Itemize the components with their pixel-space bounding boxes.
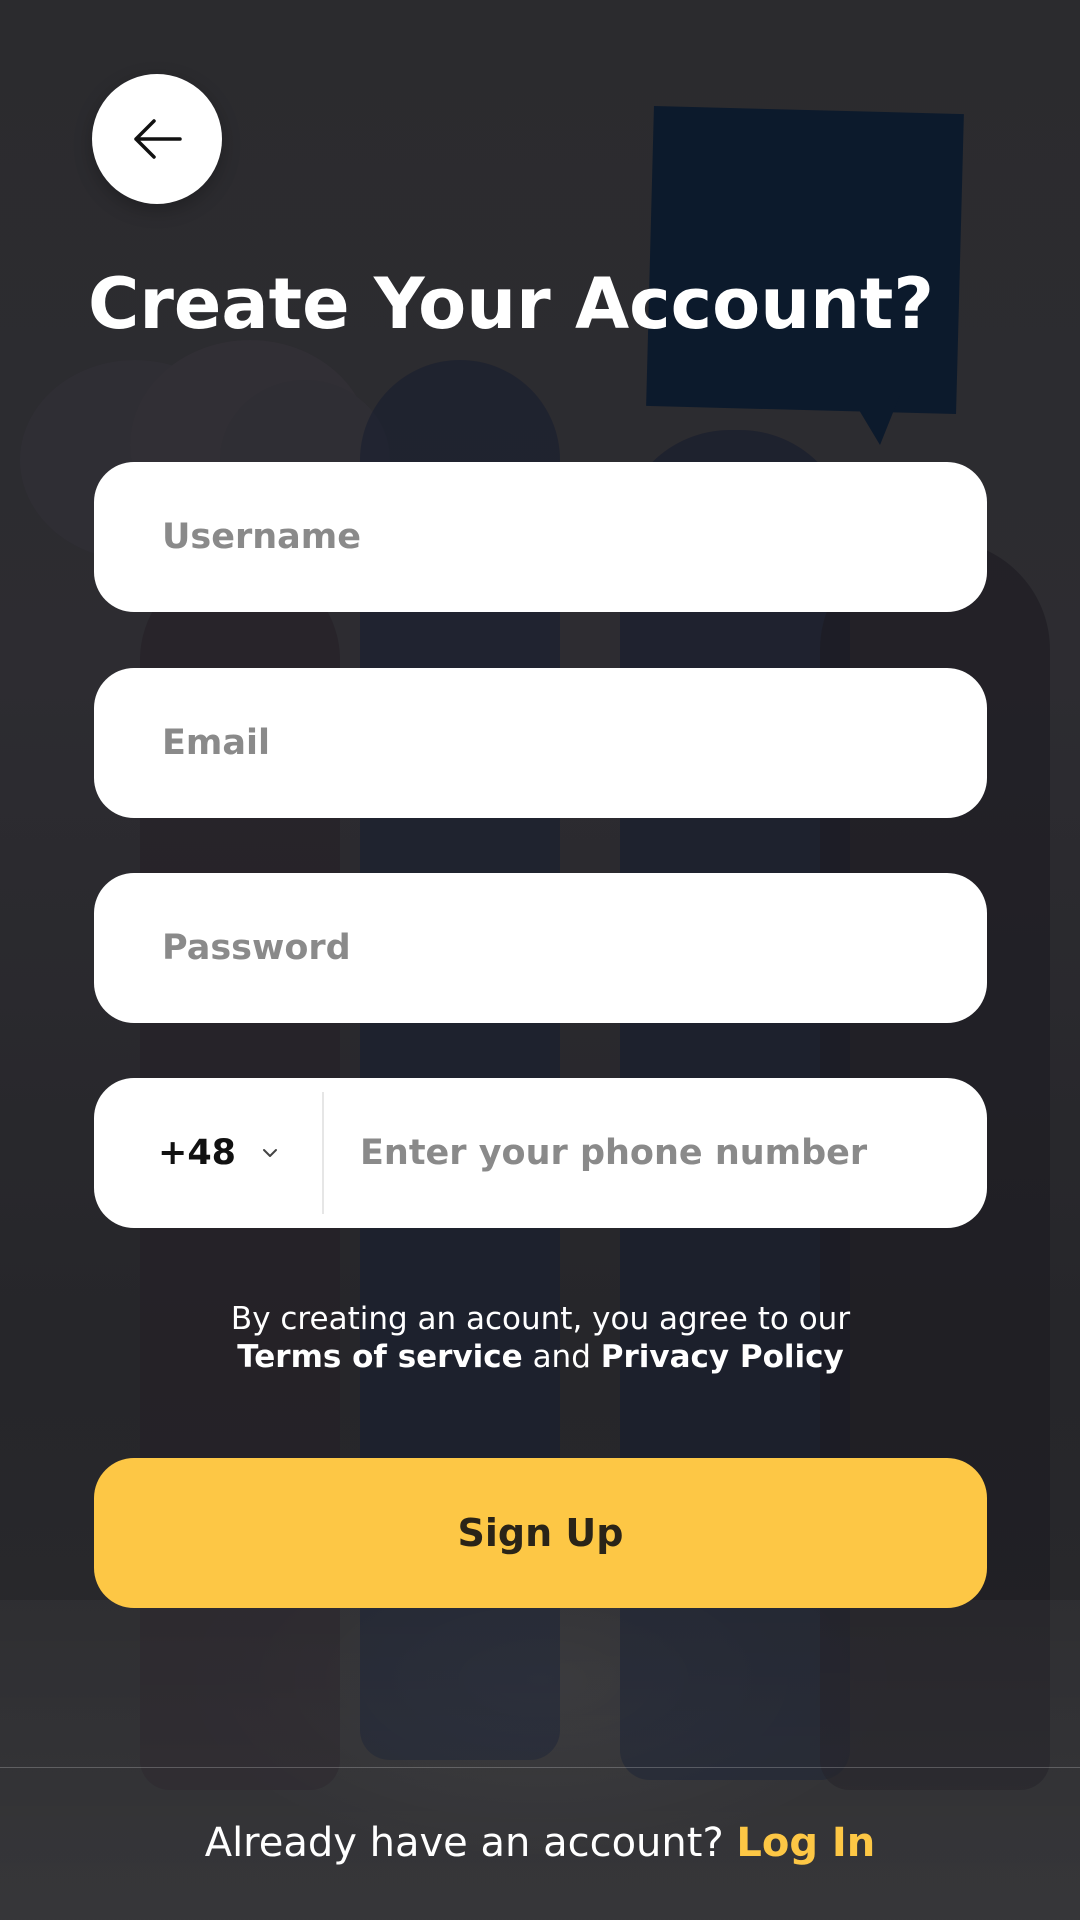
back-button[interactable] — [92, 74, 222, 204]
sign-up-button[interactable]: Sign Up — [94, 1458, 987, 1608]
email-input[interactable] — [94, 668, 987, 818]
login-prompt-text: Already have an account? — [204, 1820, 724, 1866]
privacy-policy-link[interactable]: Privacy Policy — [601, 1339, 844, 1375]
terms-of-service-link[interactable]: Terms of service — [237, 1339, 522, 1375]
username-field[interactable] — [94, 462, 987, 612]
terms-conjunction: and — [532, 1339, 591, 1375]
chevron-down-icon — [262, 1148, 278, 1158]
log-in-link[interactable]: Log In — [736, 1820, 875, 1866]
page-title: Create Your Account? — [88, 263, 934, 345]
terms-line-2: Terms of service and Privacy Policy — [94, 1338, 987, 1376]
password-field[interactable] — [94, 873, 987, 1023]
country-code: +48 — [158, 1133, 237, 1173]
login-prompt: Already have an account? Log In — [0, 1810, 1080, 1876]
speech-bubble-tail — [850, 395, 900, 445]
phone-number-input[interactable] — [324, 1078, 987, 1228]
terms-notice: By creating an acount, you agree to our … — [94, 1300, 987, 1376]
footer-divider — [0, 1767, 1080, 1768]
country-code-select[interactable]: +48 — [94, 1078, 322, 1228]
username-input[interactable] — [94, 462, 987, 612]
phone-field: +48 — [94, 1078, 987, 1228]
arrow-left-icon — [134, 119, 182, 159]
terms-line-1: By creating an acount, you agree to our — [230, 1301, 851, 1337]
password-input[interactable] — [94, 873, 987, 1023]
email-field[interactable] — [94, 668, 987, 818]
